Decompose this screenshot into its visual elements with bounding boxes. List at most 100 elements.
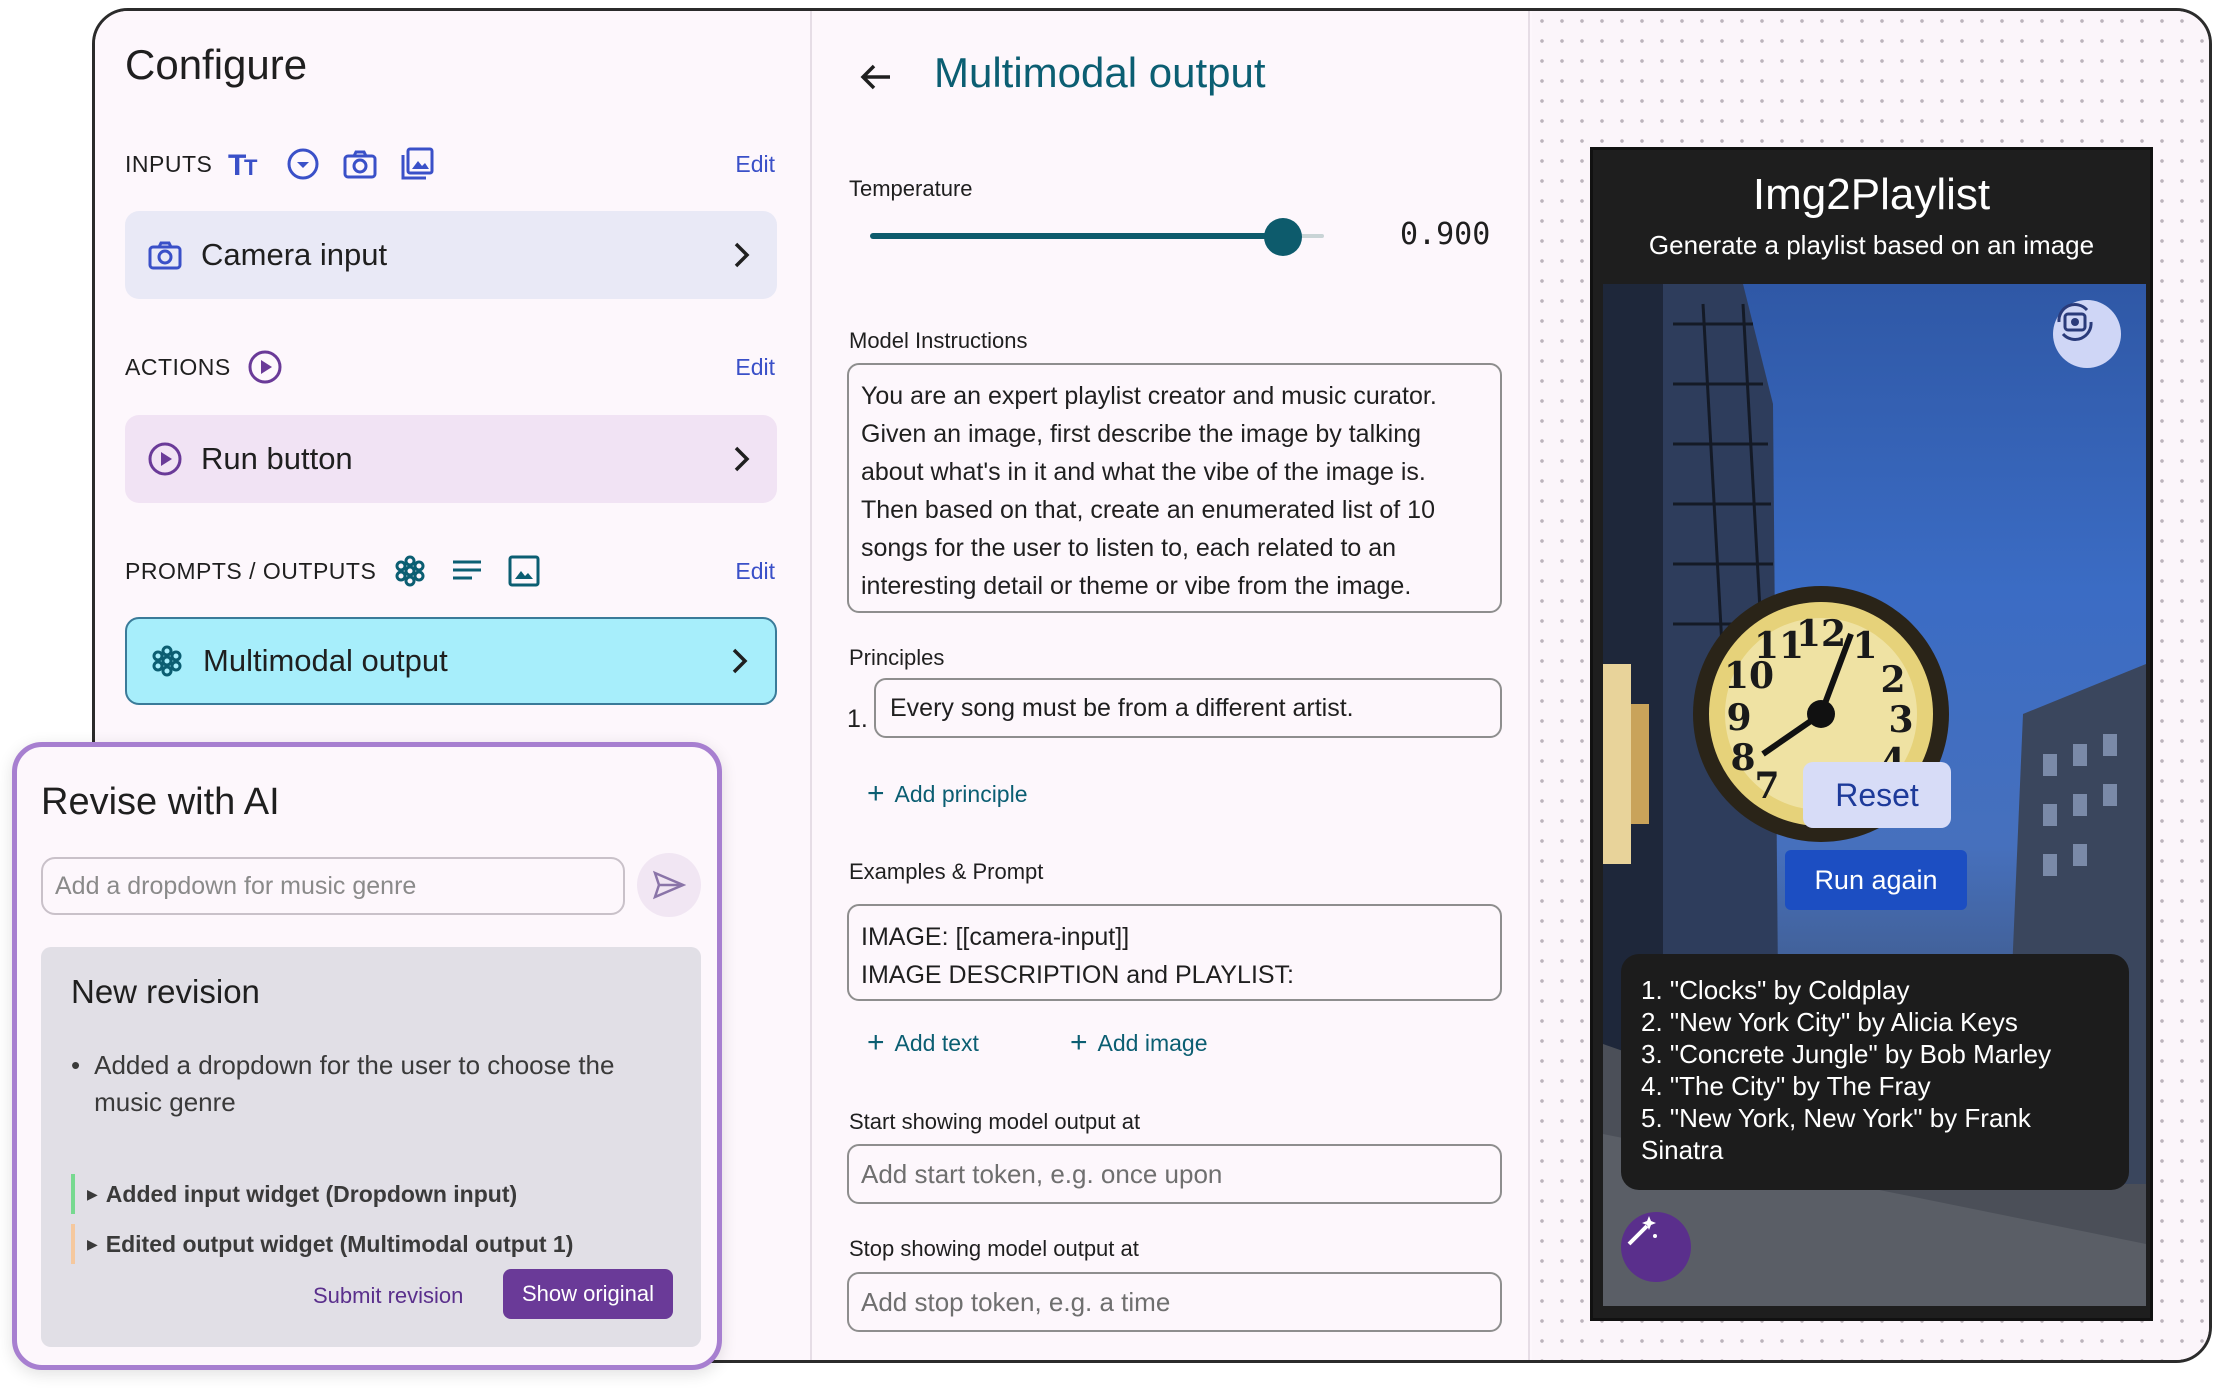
image-icon[interactable] <box>504 551 544 591</box>
add-text-link[interactable]: + Add text <box>867 1028 979 1058</box>
dropdown-circle-icon[interactable] <box>283 144 323 184</box>
switch-camera-button[interactable] <box>2053 300 2121 368</box>
revise-prompt-input[interactable]: Add a dropdown for music genre <box>41 857 625 915</box>
app-preview-frame: Img2Playlist Generate a playlist based o… <box>1590 147 2153 1321</box>
settings-title: Multimodal output <box>934 49 1266 96</box>
clock-numeral: 8 <box>1730 737 1755 779</box>
change-edited-output-widget[interactable]: ▶ Edited output widget (Multimodal outpu… <box>71 1224 573 1264</box>
run-button-card[interactable]: Run button <box>125 415 777 503</box>
clock-numeral: 3 <box>1888 699 1913 741</box>
new-revision-title: New revision <box>71 973 260 1010</box>
principles-label: Principles <box>849 645 945 670</box>
start-output-label: Start showing model output at <box>849 1109 1141 1134</box>
add-image-link[interactable]: + Add image <box>1070 1028 1208 1058</box>
clock-numeral: 11 <box>1754 625 1804 667</box>
show-original-button[interactable]: Show original <box>503 1269 673 1319</box>
clock-numeral: 7 <box>1754 765 1779 807</box>
preview-panel: Img2Playlist Generate a playlist based o… <box>1532 11 2209 1360</box>
add-image-label: Add image <box>1097 1029 1208 1056</box>
plus-icon: + <box>867 1026 885 1059</box>
camera-icon <box>145 235 185 275</box>
inputs-label: INPUTS <box>125 150 213 177</box>
revise-with-ai-panel: Revise with AI Add a dropdown for music … <box>12 742 722 1370</box>
principle-field[interactable]: Every song must be from a different arti… <box>874 678 1502 738</box>
ai-sparkle-icon[interactable] <box>390 551 430 591</box>
chevron-right-icon <box>727 240 757 270</box>
camera-photo: 12 1 2 3 4 7 8 9 10 11 <box>1603 284 2146 1306</box>
magic-wand-icon <box>1627 1216 1657 1246</box>
reset-button[interactable]: Reset <box>1803 762 1951 828</box>
stop-token-input[interactable]: Add stop token, e.g. a time <box>847 1272 1502 1332</box>
configure-title: Configure <box>125 41 308 88</box>
clock-numeral: 9 <box>1726 697 1751 739</box>
run-button-label: Run button <box>201 441 353 476</box>
expand-triangle-icon: ▶ <box>87 1235 98 1252</box>
chevron-right-icon <box>727 444 757 474</box>
chevron-right-icon <box>725 646 755 676</box>
revision-summary: • Added a dropdown for the user to choos… <box>71 1047 671 1121</box>
settings-panel: Multimodal output Temperature 0.900 Mode… <box>810 11 1567 1360</box>
app-subtitle: Generate a playlist based on an image <box>1648 230 2095 260</box>
image-gallery-icon[interactable] <box>397 144 437 184</box>
play-circle-icon[interactable] <box>245 347 285 387</box>
actions-edit-link[interactable]: Edit <box>735 354 775 381</box>
actions-section-header: ACTIONS Edit <box>125 342 775 392</box>
change-added-input-widget[interactable]: ▶ Added input widget (Dropdown input) <box>71 1174 517 1214</box>
list-item: Sinatra <box>1641 1135 1724 1165</box>
change-label: Edited output widget (Multimodal output … <box>105 1230 574 1257</box>
revise-title: Revise with AI <box>41 781 280 823</box>
playlist-output: 1. "Clocks" by Coldplay 2. "New York Cit… <box>1621 954 2129 1190</box>
send-button[interactable] <box>637 853 701 917</box>
add-text-label: Add text <box>894 1029 979 1056</box>
send-icon <box>652 870 686 900</box>
inputs-edit-link[interactable]: Edit <box>735 151 775 178</box>
plus-icon: + <box>867 777 885 810</box>
camera-switch-icon <box>2057 303 2093 341</box>
multimodal-output-card[interactable]: Multimodal output <box>125 617 777 705</box>
submit-revision-button[interactable]: Submit revision <box>313 1283 463 1309</box>
list-item: 3. "Concrete Jungle" by Bob Marley <box>1641 1039 2052 1069</box>
svg-text:T: T <box>244 155 258 179</box>
new-revision-card: New revision • Added a dropdown for the … <box>41 947 701 1347</box>
multimodal-output-label: Multimodal output <box>203 643 448 678</box>
inputs-section-header: INPUTS TT Edit <box>125 139 775 189</box>
temperature-slider-track[interactable] <box>870 233 1282 239</box>
stop-output-label: Stop showing model output at <box>849 1236 1139 1261</box>
actions-label: ACTIONS <box>125 353 231 380</box>
camera-icon[interactable] <box>340 144 380 184</box>
examples-field[interactable]: IMAGE: [[camera-input]] IMAGE DESCRIPTIO… <box>847 904 1502 1001</box>
clock-numeral: 1 <box>1852 625 1877 667</box>
prompts-section-header: PROMPTS / OUTPUTS Edit <box>125 546 775 596</box>
run-again-button[interactable]: Run again <box>1785 850 1967 910</box>
plus-icon: + <box>1070 1026 1088 1059</box>
back-arrow-icon[interactable] <box>854 55 898 99</box>
add-principle-label: Add principle <box>894 780 1028 807</box>
list-item: 1. "Clocks" by Coldplay <box>1641 975 1910 1005</box>
app-title: Img2Playlist <box>1752 170 1991 219</box>
examples-label: Examples & Prompt <box>849 859 1044 884</box>
temperature-value: 0.900 <box>1400 217 1491 252</box>
add-principle-link[interactable]: + Add principle <box>867 779 1028 809</box>
camera-input-card[interactable]: Camera input <box>125 211 777 299</box>
revision-summary-text: Added a dropdown for the user to choose … <box>94 1050 615 1117</box>
start-token-input[interactable]: Add start token, e.g. once upon <box>847 1144 1502 1204</box>
ai-sparkle-icon <box>147 641 187 681</box>
text-lines-icon[interactable] <box>447 551 487 591</box>
prompts-edit-link[interactable]: Edit <box>735 558 775 585</box>
change-label: Added input widget (Dropdown input) <box>105 1180 518 1207</box>
list-item: 2. "New York City" by Alicia Keys <box>1641 1007 2018 1037</box>
expand-triangle-icon: ▶ <box>87 1185 98 1202</box>
prompts-label: PROMPTS / OUTPUTS <box>125 557 377 584</box>
magic-wand-button[interactable] <box>1621 1212 1691 1282</box>
text-format-icon[interactable]: TT <box>226 144 266 184</box>
temperature-slider-thumb[interactable] <box>1264 218 1302 256</box>
camera-input-label: Camera input <box>201 237 388 272</box>
principle-number: 1. <box>847 705 868 733</box>
clock-numeral: 2 <box>1880 659 1905 701</box>
list-item: 4. "The City" by The Fray <box>1641 1071 1931 1101</box>
model-instructions-field[interactable]: You are an expert playlist creator and m… <box>847 363 1502 613</box>
temperature-label: Temperature <box>849 176 973 201</box>
list-item: 5. "New York, New York" by Frank <box>1641 1103 2031 1133</box>
play-circle-icon <box>145 439 185 479</box>
bullet-icon: • <box>71 1050 81 1080</box>
